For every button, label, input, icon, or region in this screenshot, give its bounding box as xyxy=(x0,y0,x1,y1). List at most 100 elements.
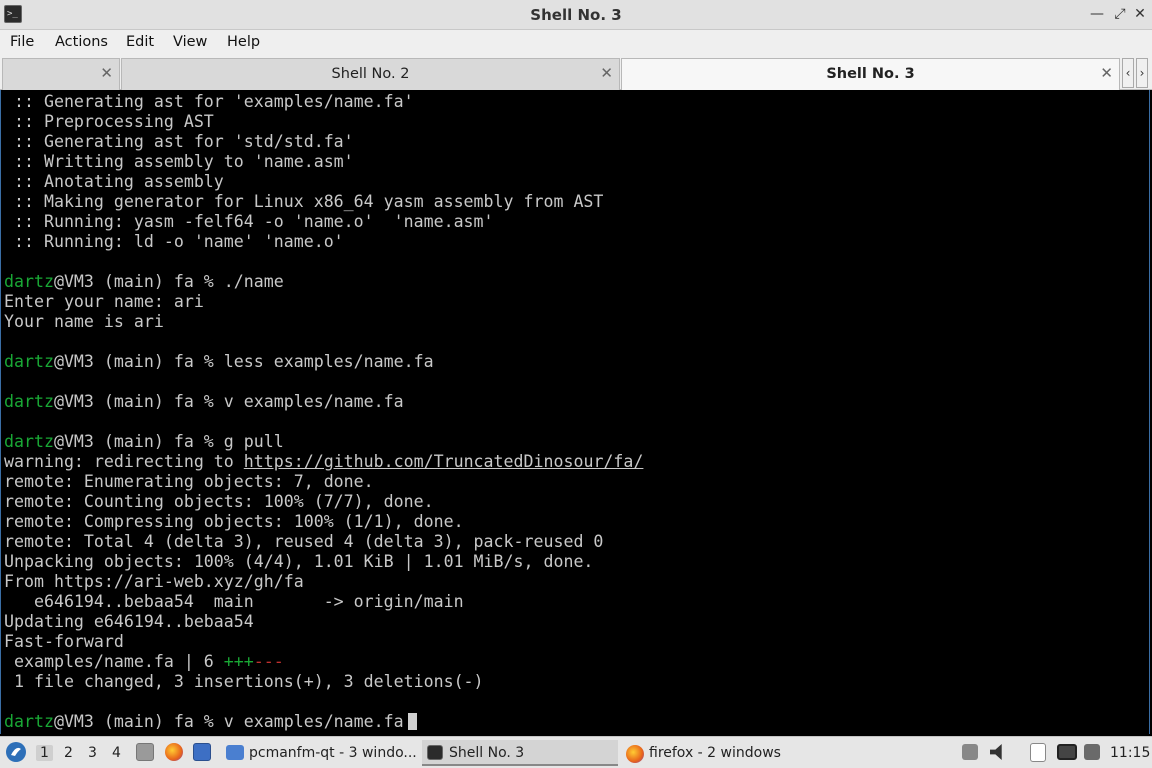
clipboard-icon[interactable] xyxy=(1030,743,1046,762)
terminal-text: :: Running: ld -o 'name' 'name.o' xyxy=(4,232,344,251)
terminal-line: :: Generating ast for 'std/std.fa' xyxy=(4,132,643,152)
terminal-text: @VM3 (main) fa % ./name xyxy=(53,272,284,291)
terminal-line: dartz@VM3 (main) fa % ./name xyxy=(4,272,643,292)
terminal-text: :: Preprocessing AST xyxy=(4,112,214,131)
workspace-4[interactable]: 4 xyxy=(112,745,121,761)
terminal-text: From https://ari-web.xyz/gh/fa xyxy=(4,572,304,591)
clock[interactable]: 11:15 xyxy=(1110,745,1150,761)
eject-icon[interactable] xyxy=(962,744,978,760)
terminal-icon xyxy=(427,745,443,760)
terminal-line: :: Writting assembly to 'name.asm' xyxy=(4,152,643,172)
task-label: pcmanfm-qt - 3 windo... xyxy=(249,745,417,761)
tab-label: Shell No. 2 xyxy=(331,66,410,82)
terminal-line: Your name is ari xyxy=(4,312,643,332)
workspace-3[interactable]: 3 xyxy=(88,745,97,761)
terminal-text: :: Anotating assembly xyxy=(4,172,224,191)
window-titlebar[interactable]: >_ Shell No. 3 — ⤢ ✕ xyxy=(0,0,1152,30)
terminal-text: remote: Enumerating objects: 7, done. xyxy=(4,472,374,491)
window-title: Shell No. 3 xyxy=(530,6,622,24)
terminal-line: 1 file changed, 3 insertions(+), 3 delet… xyxy=(4,672,643,692)
terminal-text: :: Generating ast for 'std/std.fa' xyxy=(4,132,354,151)
folder-icon xyxy=(226,745,244,760)
terminal-line: Fast-forward xyxy=(4,632,643,652)
prompt-user: dartz xyxy=(4,392,54,411)
url-link[interactable]: https://github.com/TruncatedDinosour/fa/ xyxy=(244,452,644,471)
tab-shell-3[interactable]: Shell No. 3 ✕ xyxy=(621,58,1120,90)
close-icon[interactable]: ✕ xyxy=(1131,5,1149,23)
volume-icon[interactable] xyxy=(990,744,1002,760)
terminal-line: :: Preprocessing AST xyxy=(4,112,643,132)
terminal-line: examples/name.fa | 6 +++--- xyxy=(4,652,643,672)
terminal-text: examples/name.fa | 6 xyxy=(4,652,224,671)
close-icon[interactable]: ✕ xyxy=(1100,64,1113,82)
terminal-text: :: Generating ast for 'examples/name.fa' xyxy=(4,92,414,111)
notes-icon[interactable] xyxy=(1084,744,1100,760)
terminal-text: remote: Counting objects: 100% (7/7), do… xyxy=(4,492,434,511)
terminal-text: remote: Total 4 (delta 3), reused 4 (del… xyxy=(4,532,604,551)
close-icon[interactable]: ✕ xyxy=(100,64,113,82)
start-menu-icon[interactable] xyxy=(6,742,26,762)
firefox-icon xyxy=(626,745,644,763)
terminal-text: Fast-forward xyxy=(4,632,124,651)
workspace-1[interactable]: 1 xyxy=(36,745,53,761)
terminal-text: :: Making generator for Linux x86_64 yas… xyxy=(4,192,604,211)
close-icon[interactable]: ✕ xyxy=(600,64,613,82)
task-pcmanfm[interactable]: pcmanfm-qt - 3 windo... xyxy=(222,740,420,766)
tab-label: Shell No. 3 xyxy=(826,66,915,82)
firefox-icon[interactable] xyxy=(165,743,183,761)
terminal-line: From https://ari-web.xyz/gh/fa xyxy=(4,572,643,592)
prompt-user: dartz xyxy=(4,272,54,291)
workspace-2[interactable]: 2 xyxy=(64,745,73,761)
prompt-user: dartz xyxy=(4,712,54,731)
network-icon[interactable] xyxy=(1057,744,1077,760)
terminal-line: dartz@VM3 (main) fa % v examples/name.fa xyxy=(4,392,643,412)
terminal-output: :: Generating ast for 'examples/name.fa'… xyxy=(4,92,643,732)
terminal-line: remote: Enumerating objects: 7, done. xyxy=(4,472,643,492)
terminal-line: Unpacking objects: 100% (4/4), 1.01 KiB … xyxy=(4,552,643,572)
terminal-line: remote: Counting objects: 100% (7/7), do… xyxy=(4,492,643,512)
terminal-line: :: Anotating assembly xyxy=(4,172,643,192)
terminal-line: dartz@VM3 (main) fa % v examples/name.fa xyxy=(4,712,643,732)
tab-shell-2[interactable]: Shell No. 2 ✕ xyxy=(121,58,620,90)
terminal-view[interactable]: :: Generating ast for 'examples/name.fa'… xyxy=(0,90,1150,734)
task-shell[interactable]: Shell No. 3 xyxy=(422,740,618,766)
menu-help[interactable]: Help xyxy=(227,34,260,50)
menu-view[interactable]: View xyxy=(173,34,207,50)
terminal-text: e646194..bebaa54 main -> origin/main xyxy=(4,592,464,611)
terminal-text: :: Running: yasm -felf64 -o 'name.o' 'na… xyxy=(4,212,494,231)
minimize-icon[interactable]: — xyxy=(1088,5,1106,23)
task-firefox[interactable]: firefox - 2 windows xyxy=(622,740,822,766)
menu-file[interactable]: File xyxy=(10,34,34,50)
terminal-line: :: Running: ld -o 'name' 'name.o' xyxy=(4,232,643,252)
terminal-text: @VM3 (main) fa % v examples/name.fa xyxy=(53,712,404,731)
tab-shell-1[interactable]: ✕ xyxy=(2,58,120,90)
terminal-text: Unpacking objects: 100% (4/4), 1.01 KiB … xyxy=(4,552,594,571)
terminal-text: Updating e646194..bebaa54 xyxy=(4,612,254,631)
terminal-line: dartz@VM3 (main) fa % g pull xyxy=(4,432,643,452)
desktop-icon[interactable] xyxy=(193,743,211,761)
file-manager-icon[interactable] xyxy=(136,743,154,761)
menu-edit[interactable]: Edit xyxy=(126,34,154,50)
tab-scroll-right-button[interactable]: › xyxy=(1136,58,1148,88)
terminal-text: @VM3 (main) fa % v examples/name.fa xyxy=(53,392,404,411)
tab-bar: ✕ Shell No. 2 ✕ Shell No. 3 ✕ ‹ › xyxy=(0,56,1152,90)
maximize-icon[interactable]: ⤢ xyxy=(1111,5,1129,23)
terminal-text: Enter your name: ari xyxy=(4,292,204,311)
prompt-user: dartz xyxy=(4,432,54,451)
terminal-text: remote: Compressing objects: 100% (1/1),… xyxy=(4,512,464,531)
terminal-text: warning: redirecting to xyxy=(4,452,244,471)
prompt-user: dartz xyxy=(4,352,54,371)
terminal-line: remote: Compressing objects: 100% (1/1),… xyxy=(4,512,643,532)
terminal-text: :: Writting assembly to 'name.asm' xyxy=(4,152,354,171)
menu-actions[interactable]: Actions xyxy=(55,34,108,50)
terminal-line: :: Making generator for Linux x86_64 yas… xyxy=(4,192,643,212)
terminal-line: :: Generating ast for 'examples/name.fa' xyxy=(4,92,643,112)
terminal-text: +++ xyxy=(223,652,254,671)
terminal-text: @VM3 (main) fa % less examples/name.fa xyxy=(53,352,434,371)
tab-scroll-left-button[interactable]: ‹ xyxy=(1122,58,1134,88)
